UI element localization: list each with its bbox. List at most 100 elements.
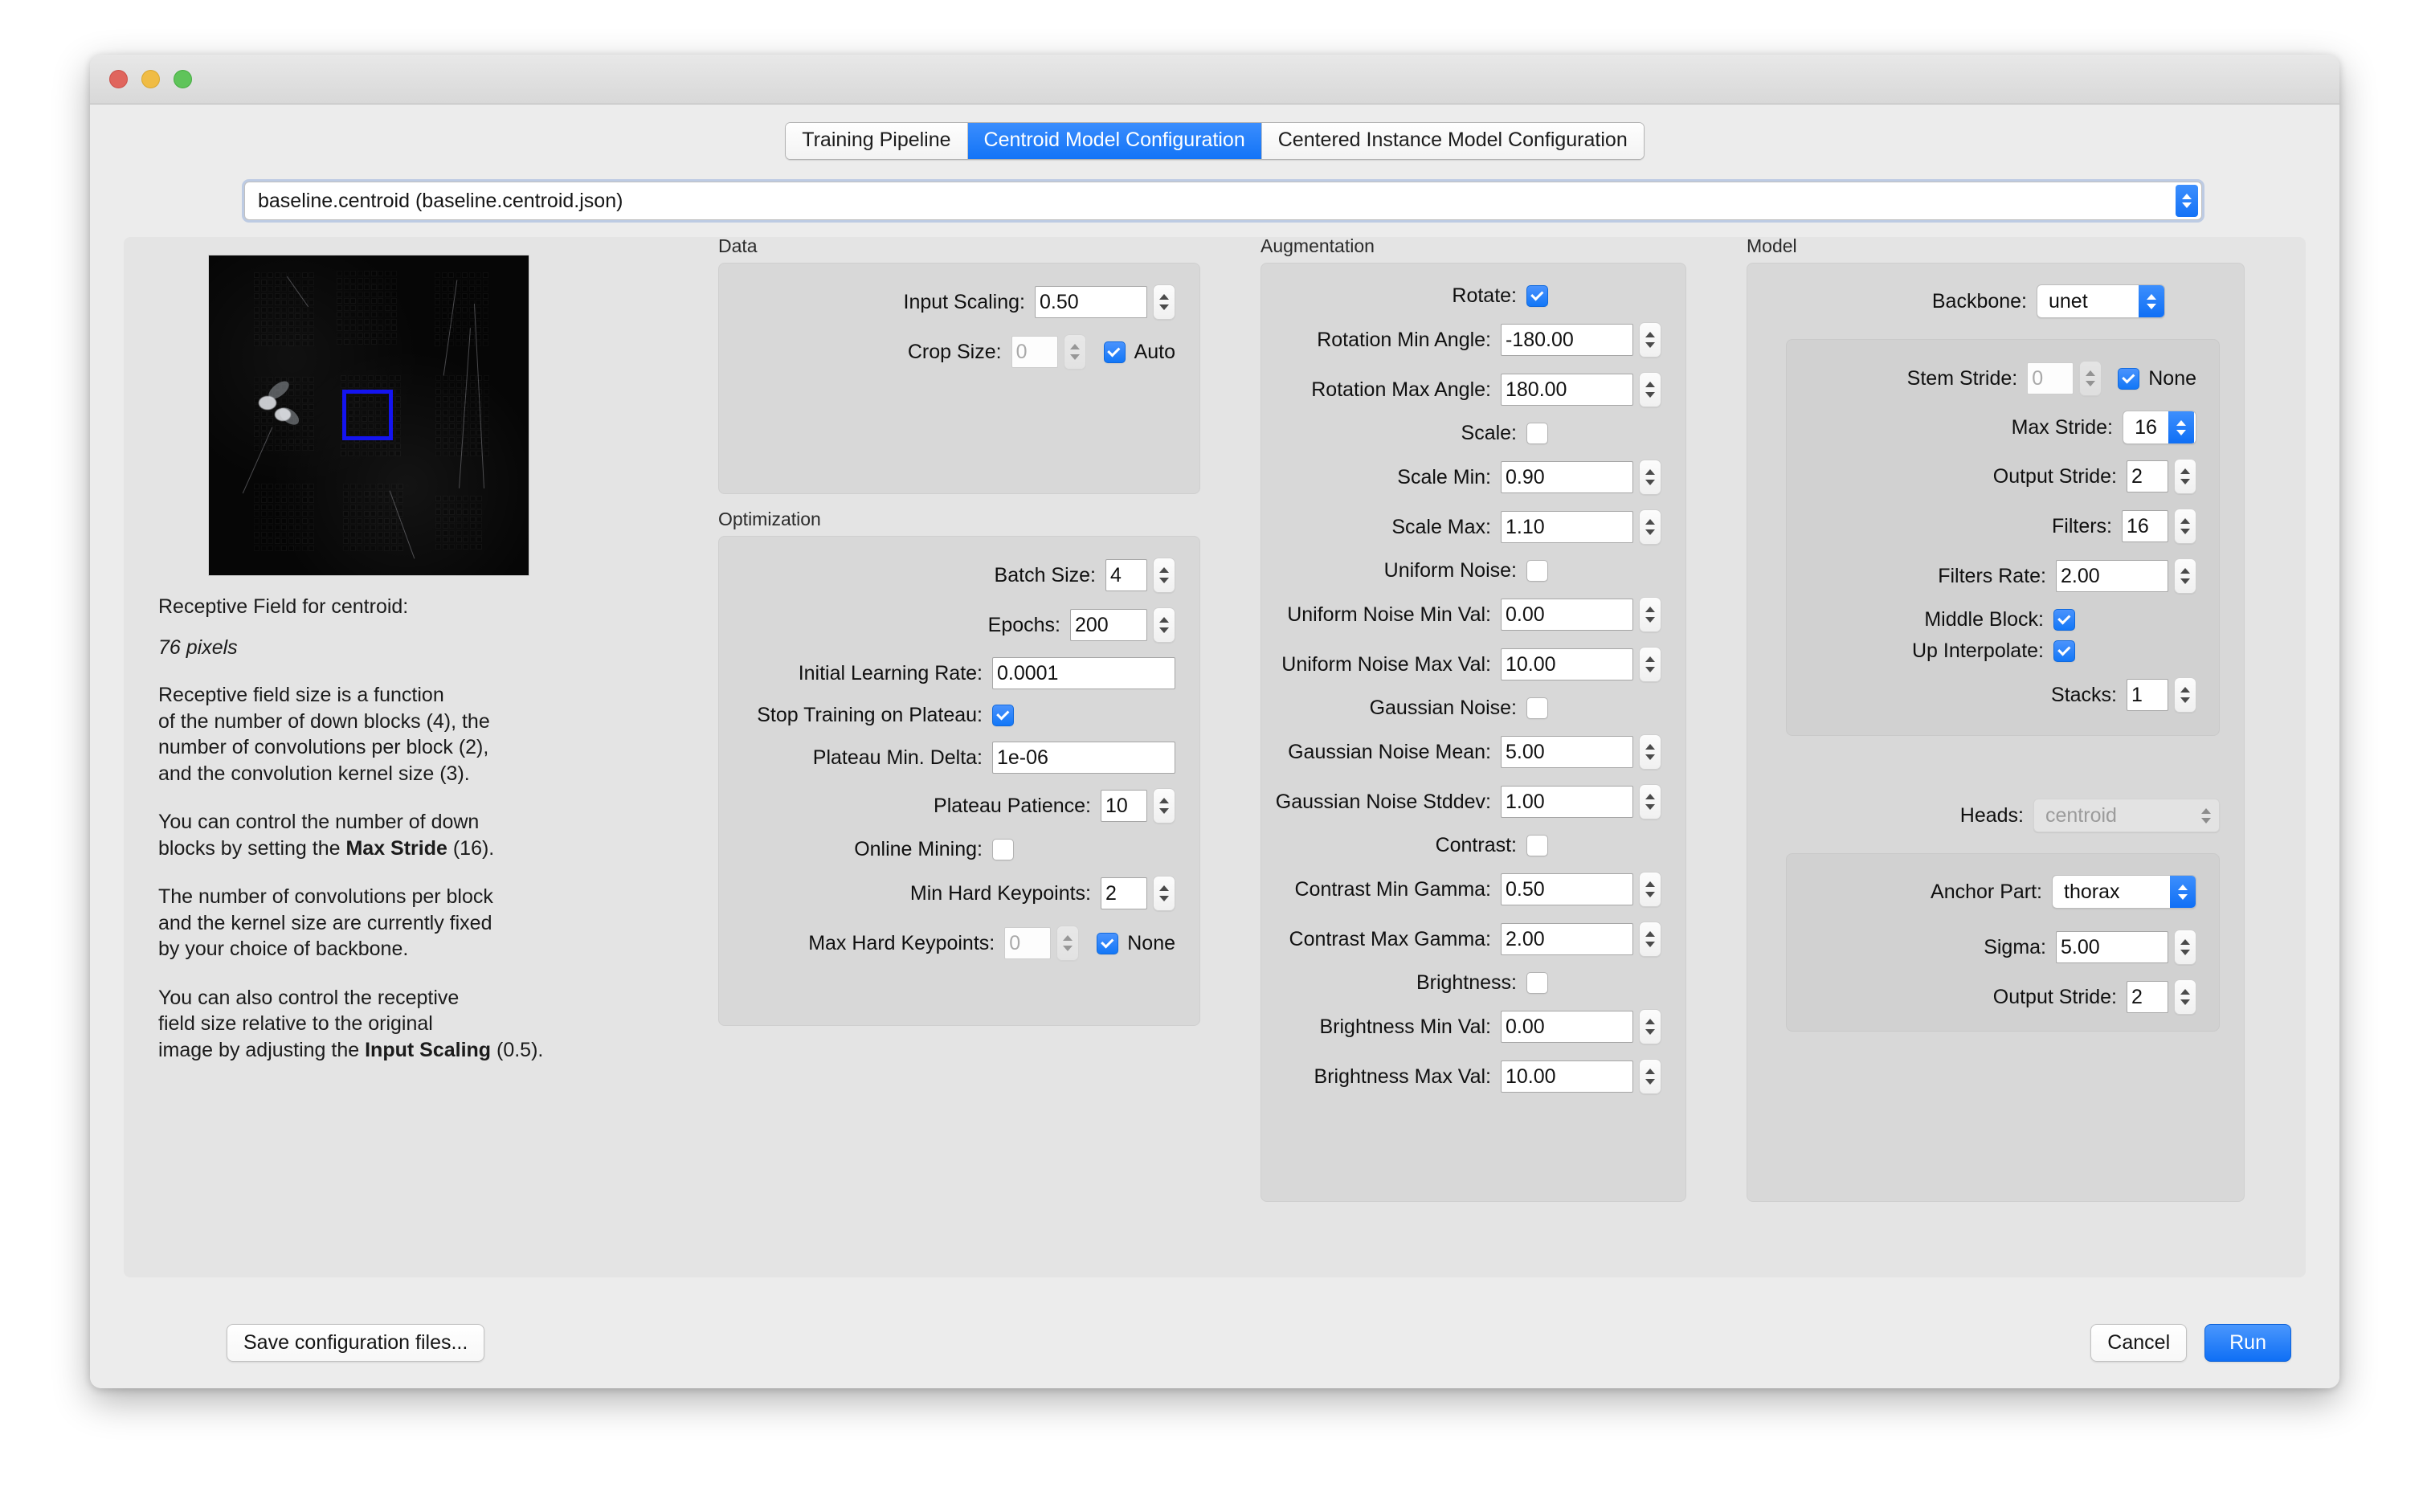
stop-training-on-plateau-checkbox[interactable] [992, 705, 1014, 726]
plateau-patience-input[interactable] [1101, 790, 1147, 822]
backbone-label: Backbone: [1932, 290, 2037, 313]
head-output-stride-stepper-icon[interactable] [2174, 979, 2196, 1015]
config-file-stepper-icon[interactable] [2176, 185, 2198, 217]
contrast-max-gamma-input[interactable] [1501, 923, 1633, 955]
output-stride-input[interactable] [2127, 460, 2168, 492]
input-scaling-stepper-icon[interactable] [1153, 284, 1175, 320]
batch-size-label: Batch Size: [995, 564, 1105, 587]
brightness-checkbox[interactable] [1526, 972, 1548, 994]
online-mining-checkbox[interactable] [992, 839, 1014, 860]
filters-stepper-icon[interactable] [2174, 509, 2196, 544]
optimization-section-title: Optimization [718, 510, 1200, 529]
contrast-min-gamma-stepper-icon[interactable] [1639, 872, 1661, 907]
config-file-select[interactable]: baseline.centroid (baseline.centroid.jso… [244, 182, 2202, 220]
gaussian-noise-mean-input[interactable] [1501, 736, 1633, 768]
anchor-part-label: Anchor Part: [1931, 881, 2052, 904]
epochs-stepper-icon[interactable] [1153, 607, 1175, 643]
epochs-input[interactable] [1070, 609, 1147, 641]
filters-rate-input[interactable] [2056, 560, 2168, 592]
output-stride-stepper-icon[interactable] [2174, 459, 2196, 494]
uniform-noise-min-val-stepper-icon[interactable] [1639, 597, 1661, 632]
heads-select[interactable]: centroid [2033, 799, 2220, 832]
rotate-checkbox[interactable] [1526, 285, 1548, 307]
zoom-window-icon[interactable] [174, 70, 192, 88]
gaussian-noise-checkbox[interactable] [1526, 697, 1548, 719]
input-scaling-input[interactable] [1035, 286, 1147, 318]
stem-stride-input[interactable] [2027, 362, 2074, 394]
plateau-min-delta-input[interactable] [992, 742, 1175, 774]
save-configuration-files-button[interactable]: Save configuration files... [227, 1324, 484, 1362]
brightness-min-val-stepper-icon[interactable] [1639, 1009, 1661, 1044]
cancel-button[interactable]: Cancel [2090, 1324, 2187, 1362]
scale-min-input[interactable] [1501, 461, 1633, 493]
rotation-max-angle-input[interactable] [1501, 374, 1633, 406]
crop-size-input[interactable] [1011, 336, 1058, 368]
filters-label: Filters: [2052, 515, 2122, 538]
brightness-min-val-input[interactable] [1501, 1011, 1633, 1043]
rotation-min-angle-input[interactable] [1501, 324, 1633, 356]
batch-size-input[interactable] [1105, 559, 1147, 591]
uniform-noise-min-val-input[interactable] [1501, 599, 1633, 631]
min-hard-keypoints-stepper-icon[interactable] [1153, 876, 1175, 911]
batch-size-stepper-icon[interactable] [1153, 558, 1175, 593]
sigma-input[interactable] [2056, 931, 2168, 963]
scale-min-stepper-icon[interactable] [1639, 460, 1661, 495]
uniform-noise-max-val-stepper-icon[interactable] [1639, 647, 1661, 682]
minimize-window-icon[interactable] [141, 70, 160, 88]
receptive-field-explanation-3: The number of convolutions per block and… [158, 884, 670, 962]
tab-centroid-model-configuration[interactable]: Centroid Model Configuration [968, 123, 1262, 159]
data-section-title: Data [718, 237, 1200, 255]
anchor-part-select[interactable]: thorax [2052, 875, 2196, 909]
up-interpolate-checkbox[interactable] [2053, 640, 2075, 662]
stem-stride-none-checkbox[interactable] [2118, 368, 2139, 390]
max-hard-keypoints-stepper-icon[interactable] [1056, 926, 1079, 961]
stacks-stepper-icon[interactable] [2174, 677, 2196, 713]
contrast-min-gamma-input[interactable] [1501, 873, 1633, 905]
tab-centered-instance-model-configuration[interactable]: Centered Instance Model Configuration [1262, 123, 1644, 159]
uniform-noise-checkbox[interactable] [1526, 560, 1548, 582]
backbone-chevron-icon[interactable] [2139, 285, 2164, 317]
crop-size-stepper-icon[interactable] [1064, 334, 1086, 370]
gaussian-noise-stddev-stepper-icon[interactable] [1639, 784, 1661, 819]
output-stride-row: Output Stride: [1787, 459, 2196, 494]
min-hard-keypoints-input[interactable] [1101, 877, 1147, 909]
max-stride-chevron-icon[interactable] [2168, 411, 2194, 443]
gaussian-noise-mean-stepper-icon[interactable] [1639, 734, 1661, 770]
contrast-label: Contrast: [1436, 834, 1526, 857]
stem-stride-stepper-icon[interactable] [2079, 361, 2102, 396]
max-stride-select[interactable]: 16 [2123, 411, 2196, 444]
brightness-max-val-stepper-icon[interactable] [1639, 1059, 1661, 1094]
filters-rate-stepper-icon[interactable] [2174, 558, 2196, 594]
gaussian-noise-stddev-input[interactable] [1501, 786, 1633, 818]
tab-training-pipeline[interactable]: Training Pipeline [786, 123, 967, 159]
stop-training-on-plateau-row: Stop Training on Plateau: [719, 704, 1175, 727]
filters-input[interactable] [2122, 510, 2168, 542]
run-button[interactable]: Run [2204, 1324, 2291, 1362]
crop-size-auto-checkbox[interactable] [1104, 341, 1126, 363]
sigma-stepper-icon[interactable] [2174, 930, 2196, 965]
max-hard-keypoints-none-checkbox[interactable] [1097, 933, 1118, 954]
backbone-select[interactable]: unet [2037, 284, 2165, 318]
middle-block-checkbox[interactable] [2053, 609, 2075, 631]
filters-rate-row: Filters Rate: [1787, 558, 2196, 594]
brightness-max-val-input[interactable] [1501, 1060, 1633, 1093]
contrast-max-gamma-stepper-icon[interactable] [1639, 922, 1661, 957]
scale-checkbox[interactable] [1526, 423, 1548, 444]
uniform-noise-max-val-input[interactable] [1501, 648, 1633, 680]
close-window-icon[interactable] [109, 70, 128, 88]
head-output-stride-input[interactable] [2127, 981, 2168, 1013]
stem-stride-label: Stem Stride: [1907, 367, 2028, 390]
plateau-patience-stepper-icon[interactable] [1153, 788, 1175, 823]
max-hard-keypoints-input[interactable] [1004, 927, 1051, 959]
tab-bar: Training Pipeline Centroid Model Configu… [90, 122, 2339, 160]
stacks-row: Stacks: [1787, 677, 2196, 713]
scale-max-input[interactable] [1501, 511, 1633, 543]
anchor-part-chevron-icon[interactable] [2170, 876, 2196, 908]
initial-learning-rate-input[interactable] [992, 657, 1175, 689]
stacks-input[interactable] [2127, 679, 2168, 711]
receptive-field-title: Receptive Field for centroid: [158, 595, 670, 619]
scale-max-stepper-icon[interactable] [1639, 509, 1661, 545]
contrast-checkbox[interactable] [1526, 835, 1548, 856]
rotation-min-angle-stepper-icon[interactable] [1639, 322, 1661, 358]
rotation-max-angle-stepper-icon[interactable] [1639, 372, 1661, 407]
